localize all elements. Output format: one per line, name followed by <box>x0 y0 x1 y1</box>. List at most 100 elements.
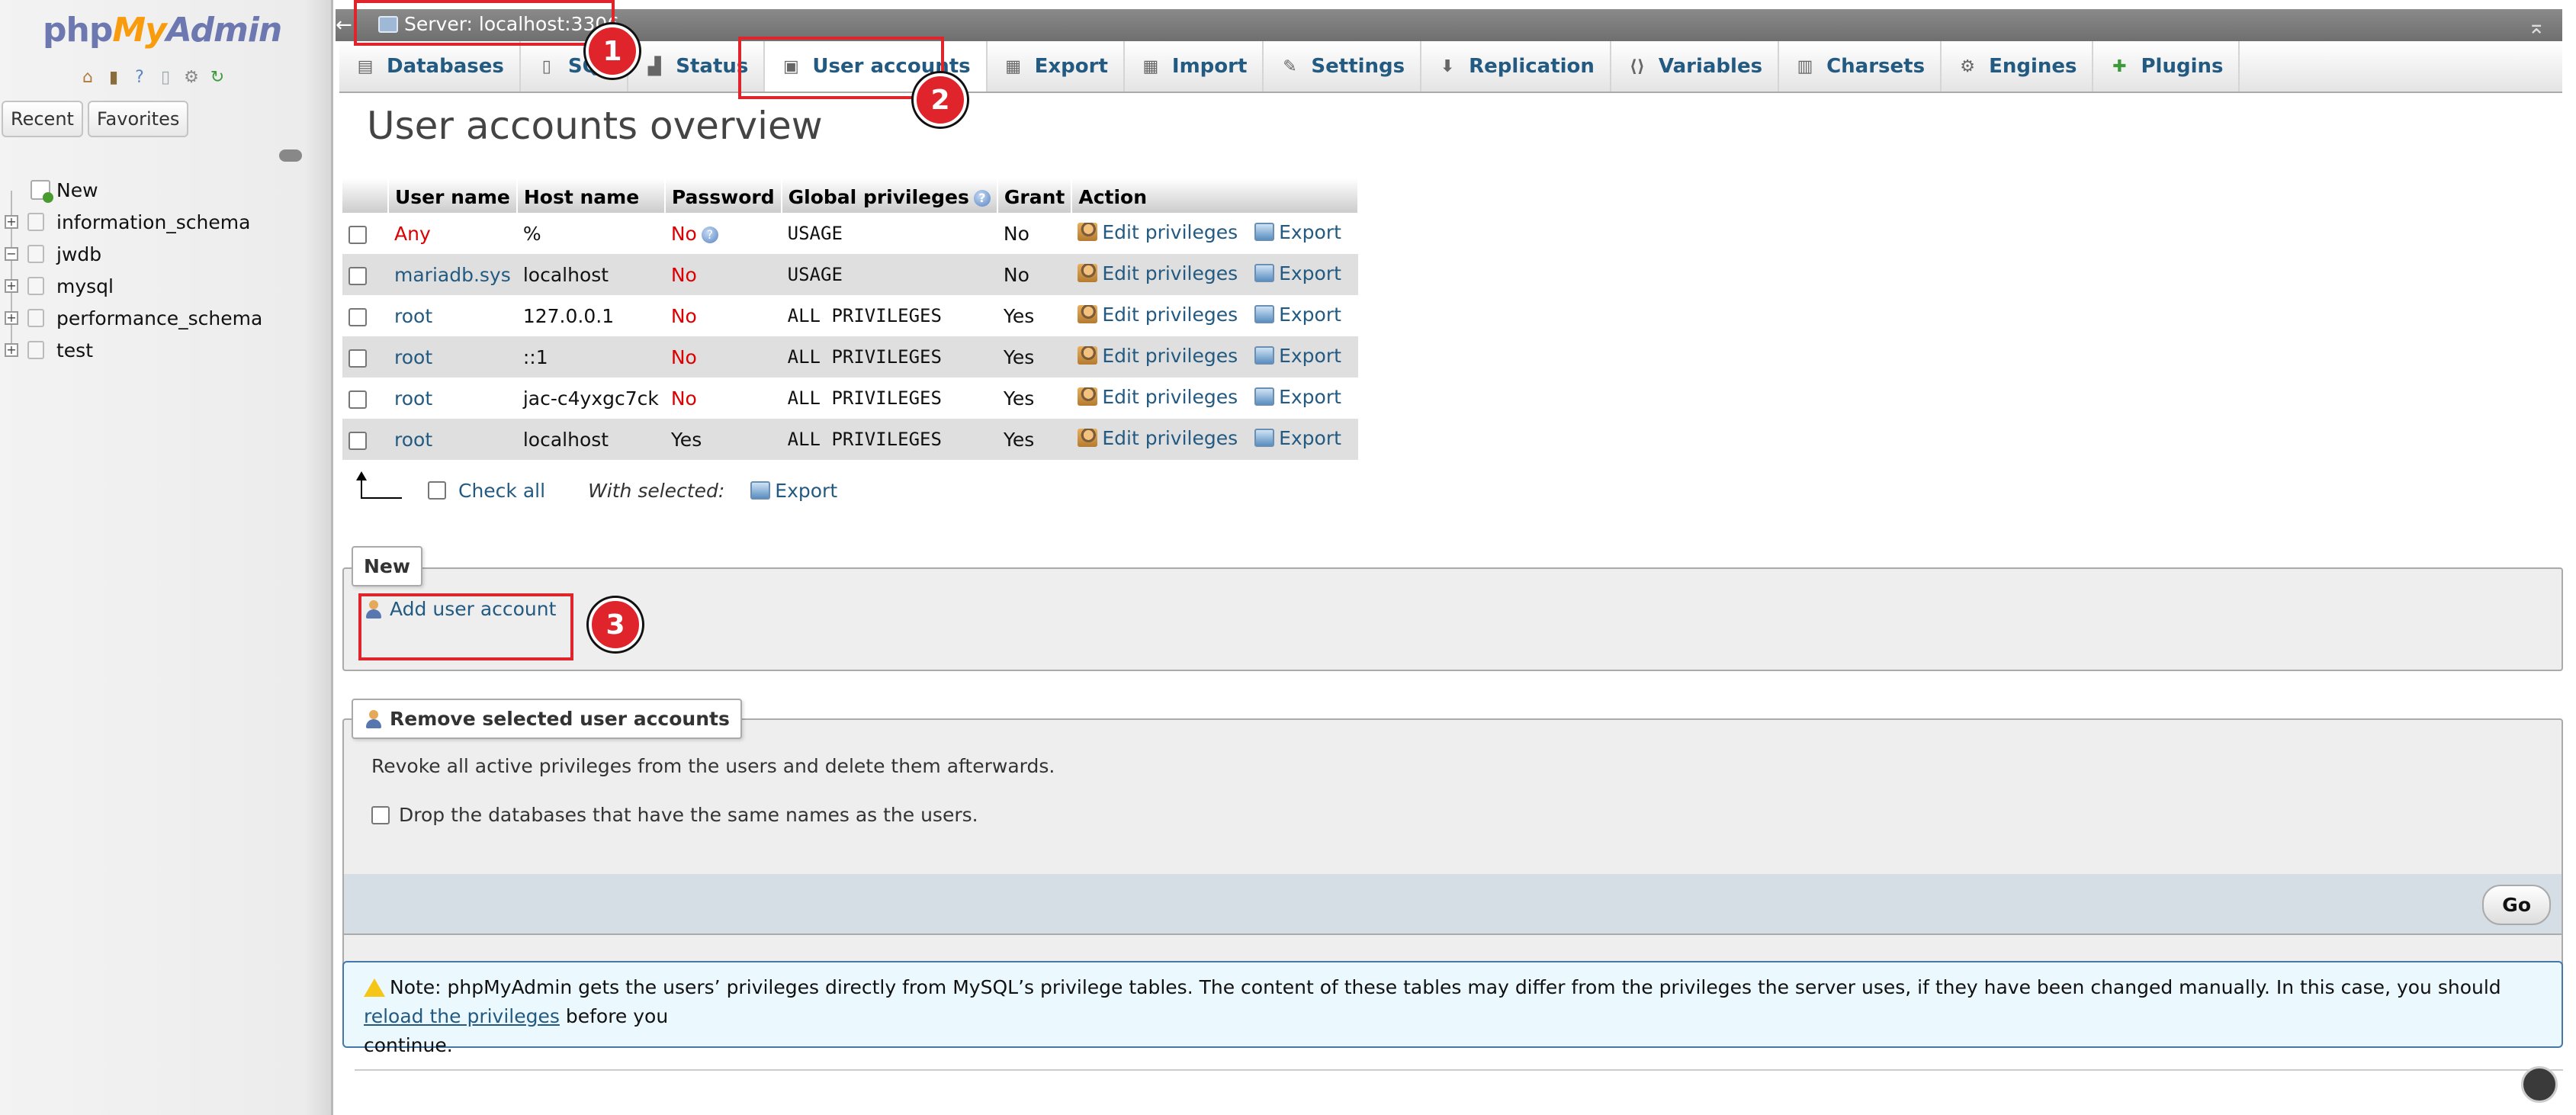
column-header-grant[interactable]: Grant <box>997 178 1073 213</box>
help-icon[interactable]: ? <box>128 66 151 88</box>
export-link[interactable]: Export <box>1254 304 1341 326</box>
select-column-header <box>342 178 389 213</box>
export-link[interactable]: Export <box>1254 427 1341 449</box>
column-header-user-name[interactable]: User name <box>388 178 518 213</box>
tab-settings[interactable]: ✎ Settings <box>1264 41 1422 92</box>
add-user-account-link[interactable]: Add user account <box>364 598 556 620</box>
engines-icon: ⚙ <box>1960 56 1975 76</box>
expand-icon[interactable]: + <box>5 311 18 325</box>
tab-charsets[interactable]: ▥ Charsets <box>1779 41 1942 92</box>
check-all-checkbox[interactable] <box>428 481 446 500</box>
tab-status[interactable]: ▟ Status <box>628 41 766 92</box>
row-checkbox[interactable] <box>348 307 367 326</box>
export-link[interactable]: Export <box>1254 345 1341 367</box>
collapse-icon[interactable]: − <box>5 247 18 261</box>
tab-replication[interactable]: ⬇ Replication <box>1421 41 1611 92</box>
table-row: Any % No? USAGE No Edit privileges Expor… <box>342 213 1358 254</box>
row-select-cell <box>342 295 388 336</box>
row-checkbox[interactable] <box>348 349 367 368</box>
user-name-link[interactable]: Any <box>394 223 431 245</box>
server-breadcrumb[interactable]: Server: localhost:3306 <box>378 13 619 35</box>
edit-privileges-link[interactable]: Edit privileges <box>1078 262 1238 284</box>
user-name-link[interactable]: mariadb.sys <box>394 264 511 286</box>
tab-variables[interactable]: ⟨⟩ Variables <box>1611 41 1780 92</box>
password-value: No <box>670 345 697 368</box>
row-checkbox[interactable] <box>348 266 367 285</box>
help-icon[interactable]: ? <box>701 226 718 243</box>
server-label[interactable]: Server: localhost:3306 <box>404 13 619 35</box>
tree-item-mysql[interactable]: + mysql <box>0 270 328 302</box>
tree-item-label[interactable]: performance_schema <box>56 307 262 329</box>
password-value: No <box>670 263 697 286</box>
phpmyadmin-logo[interactable]: phpMyAdmin <box>43 11 282 50</box>
check-all-label[interactable]: Check all <box>458 480 545 502</box>
user-name-link[interactable]: root <box>394 305 432 327</box>
export-link[interactable]: Export <box>1254 262 1341 284</box>
tab-label: Import <box>1171 55 1248 78</box>
edit-privileges-link[interactable]: Edit privileges <box>1078 345 1238 367</box>
link-label: Export <box>1279 262 1341 284</box>
column-header-password[interactable]: Password <box>664 178 782 213</box>
edit-privileges-icon <box>1078 223 1098 242</box>
global-privileges-cell: ALL PRIVILEGES <box>781 378 997 419</box>
favorites-tab[interactable]: Favorites <box>87 101 189 137</box>
tree-item-label[interactable]: information_schema <box>56 211 250 233</box>
tree-item-label[interactable]: jwdb <box>56 243 101 265</box>
reload-icon[interactable]: ↻ <box>206 66 229 88</box>
row-checkbox[interactable] <box>348 225 367 244</box>
go-button[interactable]: Go <box>2482 885 2551 925</box>
tree-item-new[interactable]: New <box>0 174 328 206</box>
edit-privileges-link[interactable]: Edit privileges <box>1078 304 1238 326</box>
recent-tab[interactable]: Recent <box>2 101 83 137</box>
expand-icon[interactable]: + <box>5 215 18 229</box>
exit-icon[interactable]: ▮ <box>102 66 125 88</box>
tree-item-performance-schema[interactable]: + performance_schema <box>0 302 328 334</box>
row-checkbox[interactable] <box>348 390 367 409</box>
tree-item-label[interactable]: mysql <box>56 275 114 297</box>
global-privileges-cell: USAGE <box>781 254 997 295</box>
user-name-link[interactable]: root <box>394 387 432 410</box>
tab-export[interactable]: ▦ Export <box>988 41 1125 92</box>
back-arrow-icon[interactable]: ← <box>336 14 352 37</box>
tab-engines[interactable]: ⚙ Engines <box>1942 41 2094 92</box>
collapse-top-menu-icon[interactable]: ⌅ <box>2528 14 2545 39</box>
tree-item-label[interactable]: New <box>56 179 98 201</box>
global-privileges-cell: ALL PRIVILEGES <box>781 419 997 460</box>
console-toggle-icon[interactable] <box>2521 1066 2558 1103</box>
tab-import[interactable]: ▦ Import <box>1125 41 1264 92</box>
edit-privileges-link[interactable]: Edit privileges <box>1078 427 1238 449</box>
export-link[interactable]: Export <box>1254 386 1341 408</box>
column-header-host-name[interactable]: Host name <box>516 178 666 213</box>
drop-databases-label[interactable]: Drop the databases that have the same na… <box>399 804 978 826</box>
tree-item-jwdb[interactable]: − jwdb <box>0 238 328 270</box>
tab-databases[interactable]: ▤ Databases <box>339 41 521 92</box>
tree-item-test[interactable]: + test <box>0 334 328 366</box>
tree-item-label[interactable]: test <box>56 339 93 361</box>
revoke-text: Revoke all active privileges from the us… <box>371 755 1055 777</box>
drop-databases-option[interactable]: Drop the databases that have the same na… <box>371 804 978 826</box>
row-checkbox[interactable] <box>348 431 367 450</box>
export-icon <box>1254 223 1275 242</box>
charsets-icon: ▥ <box>1797 56 1813 76</box>
tree-item-information-schema[interactable]: + information_schema <box>0 206 328 238</box>
settings-icon[interactable]: ⚙ <box>180 66 203 88</box>
user-name-link[interactable]: root <box>394 346 432 368</box>
link-with-main-panel-icon[interactable] <box>279 149 302 162</box>
export-icon <box>1254 387 1275 406</box>
tab-label: Variables <box>1658 55 1763 78</box>
expand-icon[interactable]: + <box>5 343 18 357</box>
tab-plugins[interactable]: ✚ Plugins <box>2093 41 2240 92</box>
edit-privileges-link[interactable]: Edit privileges <box>1078 221 1238 243</box>
docs-icon[interactable]: ▯ <box>154 66 177 88</box>
with-selected-export-button[interactable]: Export <box>750 480 837 502</box>
help-icon[interactable]: ? <box>973 190 991 207</box>
home-icon[interactable]: ⌂ <box>76 66 99 88</box>
remove-users-footer: Go <box>342 874 2563 935</box>
column-header-global-privileges[interactable]: Global privileges? <box>781 178 998 213</box>
drop-databases-checkbox[interactable] <box>371 805 390 824</box>
user-name-link[interactable]: root <box>394 429 432 451</box>
edit-privileges-link[interactable]: Edit privileges <box>1078 386 1238 408</box>
reload-privileges-link[interactable]: reload the privileges <box>364 1005 560 1027</box>
expand-icon[interactable]: + <box>5 279 18 293</box>
export-link[interactable]: Export <box>1254 221 1341 243</box>
